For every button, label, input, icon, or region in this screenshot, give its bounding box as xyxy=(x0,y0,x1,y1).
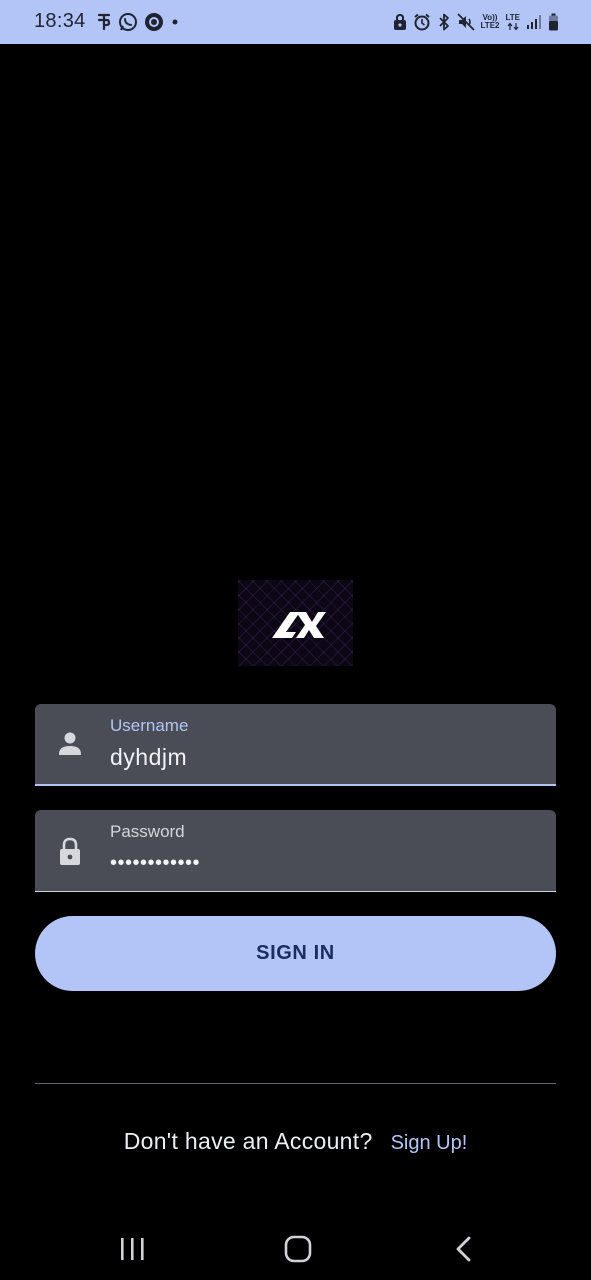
status-bar: 18:34 Vo)) LTE2 LTE xyxy=(0,0,591,44)
notification-icons xyxy=(96,12,180,32)
volte-sublabel: LTE2 xyxy=(480,21,500,30)
sign-in-label: SIGN IN xyxy=(256,942,335,964)
lte-label: LTE xyxy=(505,12,520,22)
lock-icon xyxy=(393,13,407,31)
circle-notification-icon xyxy=(144,12,164,32)
sign-in-button[interactable]: SIGN IN xyxy=(35,916,556,991)
back-icon[interactable] xyxy=(444,1234,484,1264)
recent-apps-icon[interactable] xyxy=(112,1234,152,1264)
app-logo xyxy=(238,580,353,666)
app-logo-mark xyxy=(272,612,326,638)
signup-prompt: Don't have an Account? xyxy=(123,1128,373,1154)
volte-icon: Vo)) LTE2 xyxy=(481,14,500,30)
home-icon[interactable] xyxy=(278,1234,318,1264)
lte-icon: LTE xyxy=(505,12,520,31)
navigation-bar xyxy=(0,1216,591,1280)
signal-icon xyxy=(526,14,542,30)
bluetooth-icon xyxy=(437,13,451,31)
username-field[interactable]: Username dyhdjm xyxy=(35,704,556,786)
password-input[interactable]: •••••••••••• xyxy=(110,852,200,875)
sign-up-link[interactable]: Sign Up! xyxy=(391,1132,468,1155)
alarm-icon xyxy=(413,13,431,31)
password-field[interactable]: Password •••••••••••• xyxy=(35,810,556,892)
person-icon xyxy=(57,730,83,758)
password-label: Password xyxy=(110,822,185,841)
divider xyxy=(35,1083,556,1084)
system-icons: Vo)) LTE2 LTE xyxy=(393,11,559,33)
dot-icon xyxy=(170,12,180,32)
mute-icon xyxy=(456,13,475,31)
username-input[interactable]: dyhdjm xyxy=(110,744,187,771)
signup-row: Don't have an Account? Sign Up! xyxy=(0,1128,591,1155)
battery-icon xyxy=(548,13,559,31)
username-label: Username xyxy=(110,716,189,735)
phonepe-icon xyxy=(96,12,112,32)
status-time: 18:34 xyxy=(34,10,86,32)
whatsapp-icon xyxy=(118,12,138,32)
lock-icon xyxy=(57,836,83,865)
